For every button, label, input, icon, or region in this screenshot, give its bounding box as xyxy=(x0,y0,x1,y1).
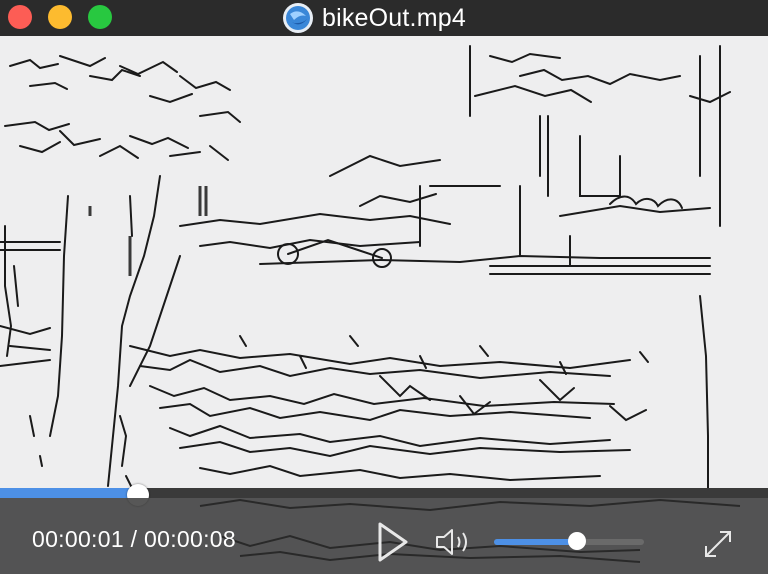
fullscreen-button[interactable] xyxy=(702,528,734,560)
title-bar: bikeOut.mp4 xyxy=(0,0,768,36)
seek-bar[interactable] xyxy=(0,488,768,498)
mute-button[interactable] xyxy=(434,526,474,558)
time-display: 00:00:01 / 00:00:08 xyxy=(32,526,236,553)
seek-bar-progress xyxy=(0,488,138,498)
video-app-icon xyxy=(283,3,313,33)
player-controls: 00:00:01 / 00:00:08 xyxy=(0,498,768,574)
play-button[interactable] xyxy=(372,520,412,564)
window-title: bikeOut.mp4 xyxy=(322,3,466,32)
volume-level xyxy=(494,539,577,545)
play-icon xyxy=(378,522,408,562)
current-time: 00:00:01 xyxy=(32,526,124,552)
close-window-button[interactable] xyxy=(8,5,32,29)
duration: 00:00:08 xyxy=(144,526,236,552)
minimize-window-button[interactable] xyxy=(48,5,72,29)
fullscreen-icon xyxy=(705,531,731,557)
time-separator: / xyxy=(130,526,138,552)
window-title-group: bikeOut.mp4 xyxy=(282,0,466,36)
maximize-window-button[interactable] xyxy=(88,5,112,29)
speaker-icon xyxy=(436,529,467,555)
volume-handle[interactable] xyxy=(568,532,586,550)
